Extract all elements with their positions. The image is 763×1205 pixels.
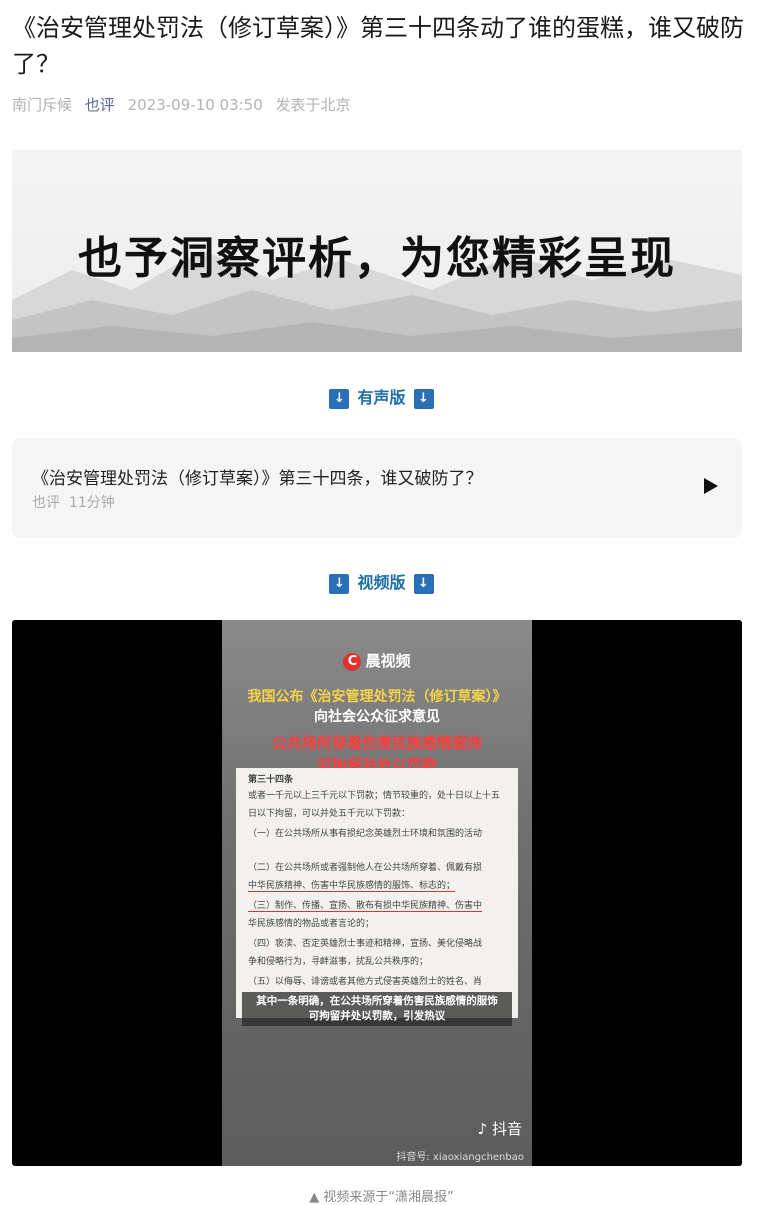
video-frame: C 晨视频 我国公布《治安管理处罚法（修订草案）》 向社会公众征求意见 公共场所穿… [222,620,532,1166]
publish-location: 发表于北京 [275,96,351,114]
arrow-down-icon: ↓ [329,388,350,409]
caption-line-2: 可拘留并处以罚款，引发热议 [308,1010,446,1022]
audio-section-label: ↓ 有声版 ↓ [0,384,763,409]
doc-line: 中华民族精神、伤害中华民族感情的服饰、标志的； [248,878,456,892]
document-excerpt: 第三十四条 或者一千元以上三千元以下罚款；情节较重的，处十日以上十五 日以下拘留… [236,768,518,1018]
video-section-label: ↓ 视频版 ↓ [0,569,763,594]
video-headline-2: 向社会公众征求意见 [314,709,440,725]
banner-slogan: 也予洞察评析，为您精彩呈现 [78,233,676,284]
doc-line: （一）在公共场所从事有损纪念英雄烈士环境和氛围的活动 [248,829,483,839]
audio-title: 《治安管理处罚法（修订草案）》第三十四条，谁又破防了？ [32,469,483,489]
doc-line: 第三十四条 [248,775,294,785]
brand-logo-icon: C [343,652,362,671]
audio-info: 也评 11分钟 [32,492,115,512]
video-headline-3: 公共场所穿着伤害民族感情服饰 [271,734,482,752]
douyin-name: 抖音 [491,1120,522,1138]
video-player[interactable]: C 晨视频 我国公布《治安管理处罚法（修订草案）》 向社会公众征求意见 公共场所穿… [12,620,742,1166]
header-banner-image: 也予洞察评析，为您精彩呈现 [12,150,742,352]
video-section-text: 视频版 [357,573,406,592]
arrow-down-icon: ↓ [413,388,434,409]
publish-datetime: 2023-09-10 03:50 [127,96,263,114]
audio-player-card[interactable]: 《治安管理处罚法（修订草案）》第三十四条，谁又破防了？ 也评 11分钟 [12,438,742,538]
douyin-watermark: ♪ 抖音 [478,1118,522,1139]
account-link[interactable]: 也评 [85,96,115,114]
doc-line: 或者一千元以上三千元以下罚款；情节较重的，处十日以上十五 [248,791,501,801]
arrow-down-icon: ↓ [413,573,434,594]
doc-line: （三）制作、传播、宣扬、散布有损中华民族精神、伤害中 [248,898,483,912]
doc-line: 日以下拘留，可以并处五千元以下罚款： [248,809,411,819]
audio-source: 也评 [32,495,60,511]
video-source-note: ▲ 视频来源于“潇湘晨报” [309,1190,454,1205]
douyin-logo-icon: ♪ [477,1120,488,1138]
play-icon[interactable] [704,478,718,494]
doc-line: 争和侵略行为，寻衅滋事，扰乱公共秩序的； [248,957,429,967]
article-title: 《治安管理处罚法（修订草案）》第三十四条动了谁的蛋糕，谁又破防了？ [12,14,744,78]
doc-line: （二）在公共场所或者强制他人在公共场所穿着、佩戴有损 [248,863,483,873]
article-meta: 南门斥候 也评 2023-09-10 03:50 发表于北京 [12,94,359,115]
author-name: 南门斥候 [12,96,73,114]
doc-line: （四）亵渎、否定英雄烈士事迹和精神，宣扬、美化侵略战 [248,939,483,949]
audio-section-text: 有声版 [357,388,406,407]
caption-line-1: 其中一条明确，在公共场所穿着伤害民族感情的服饰 [256,995,498,1007]
video-brand: C 晨视频 [222,650,532,671]
doc-line: 华民族感情的物品或者言论的； [248,919,375,929]
video-caption: 其中一条明确，在公共场所穿着伤害民族感情的服饰 可拘留并处以罚款，引发热议 [242,992,512,1026]
doc-line: （五）以侮辱、诽谤或者其他方式侵害英雄烈士的姓名、肖 [248,977,483,987]
arrow-down-icon: ↓ [329,573,350,594]
brand-name: 晨视频 [365,652,411,670]
video-headline-1: 我国公布《治安管理处罚法（修订草案）》 [247,689,507,705]
douyin-account-id: 抖音号: xiaoxiangchenbao [396,1152,524,1163]
audio-duration: 11分钟 [68,495,115,511]
